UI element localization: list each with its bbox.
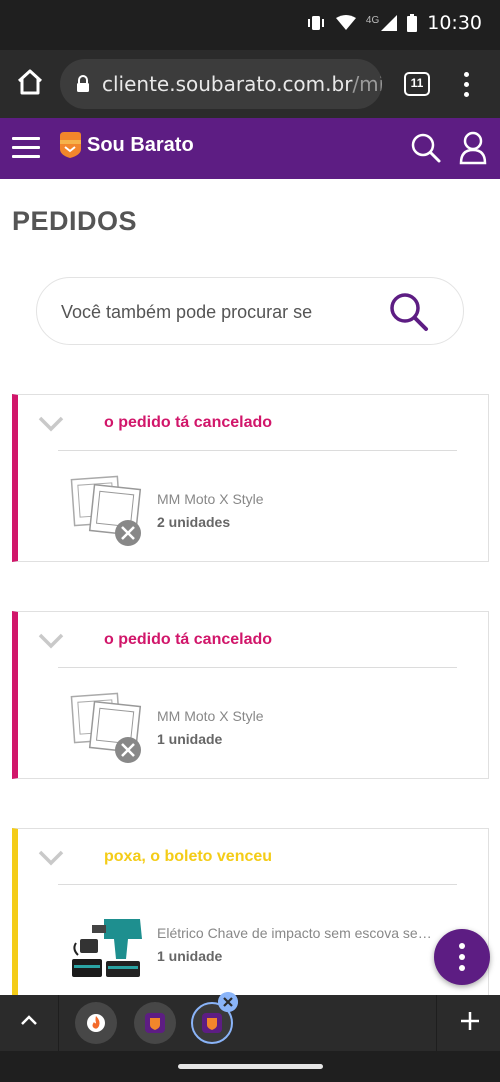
soubarato-favicon-icon [202, 1013, 222, 1033]
brand-name: Sou Barato [87, 133, 194, 156]
item-name: MM Moto X Style [157, 708, 264, 724]
clock: 10:30 [427, 12, 482, 34]
chevron-up-icon[interactable] [20, 1013, 38, 1027]
order-card[interactable]: o pedido tá cancelado MM Moto X Style 1 … [12, 611, 489, 779]
home-icon[interactable] [14, 66, 46, 98]
new-tab-icon[interactable] [458, 1009, 482, 1033]
item-name: Elétrico Chave de impacto sem escova sem… [157, 925, 437, 941]
logo-mark-icon [60, 132, 81, 158]
wifi-icon [335, 15, 356, 30]
user-icon[interactable] [458, 130, 488, 166]
url-text: cliente.soubarato.com.br/minha [102, 72, 382, 96]
lock-icon [77, 75, 89, 92]
soubarato-tab[interactable] [134, 1002, 176, 1044]
image-unavailable-icon [70, 475, 142, 546]
order-search-box [36, 277, 464, 345]
page-title: PEDIDOS [12, 206, 138, 236]
order-card[interactable]: poxa, o boleto venceu Elétrico Chave de … [12, 828, 489, 1008]
impact-wrench-photo [72, 919, 142, 977]
image-unavailable-icon [70, 692, 142, 763]
order-status: o pedido tá cancelado [104, 414, 273, 431]
browser-menu-icon[interactable] [456, 70, 476, 100]
divider [58, 450, 457, 451]
chevron-down-icon[interactable] [38, 849, 64, 867]
url-path: /minha [352, 72, 382, 96]
gesture-handle[interactable] [178, 1064, 323, 1069]
network-type: 4G [365, 14, 380, 26]
tab-switcher-button[interactable]: 11 [404, 72, 430, 96]
chevron-down-icon[interactable] [38, 632, 64, 650]
order-status: o pedido tá cancelado [104, 631, 273, 648]
signal-icon [381, 15, 398, 31]
search-icon[interactable] [410, 132, 442, 164]
hamburger-menu-icon[interactable] [12, 137, 40, 159]
firefox-tab[interactable] [75, 1002, 117, 1044]
divider [58, 884, 457, 885]
brand-logo[interactable]: Sou Barato [58, 131, 194, 159]
status-bar: 4G 10:30 [0, 0, 500, 50]
url-domain: cliente.soubarato.com.br [102, 72, 353, 96]
divider [58, 667, 457, 668]
battery-icon [407, 14, 418, 32]
search-submit-icon[interactable] [387, 290, 431, 334]
address-bar[interactable]: cliente.soubarato.com.br/minha [60, 59, 382, 109]
chevron-down-icon[interactable] [38, 415, 64, 433]
site-header: Sou Barato [0, 118, 500, 179]
order-status: poxa, o boleto venceu [104, 848, 273, 865]
vibrate-icon [307, 16, 324, 30]
close-tab-icon[interactable] [218, 992, 238, 1012]
item-quantity: 2 unidades [157, 514, 231, 530]
browser-toolbar: cliente.soubarato.com.br/minha 11 [0, 50, 500, 118]
system-nav-bar [0, 1051, 500, 1082]
order-search-input[interactable] [61, 298, 371, 326]
item-quantity: 1 unidade [157, 948, 223, 964]
item-name: MM Moto X Style [157, 491, 264, 507]
firefox-favicon-icon [87, 1014, 105, 1032]
more-options-fab[interactable] [434, 929, 490, 985]
item-quantity: 1 unidade [157, 731, 223, 747]
tab-strip [0, 992, 500, 1051]
soubarato-favicon-icon [145, 1013, 165, 1033]
order-card[interactable]: o pedido tá cancelado MM Moto X Style 2 … [12, 394, 489, 562]
